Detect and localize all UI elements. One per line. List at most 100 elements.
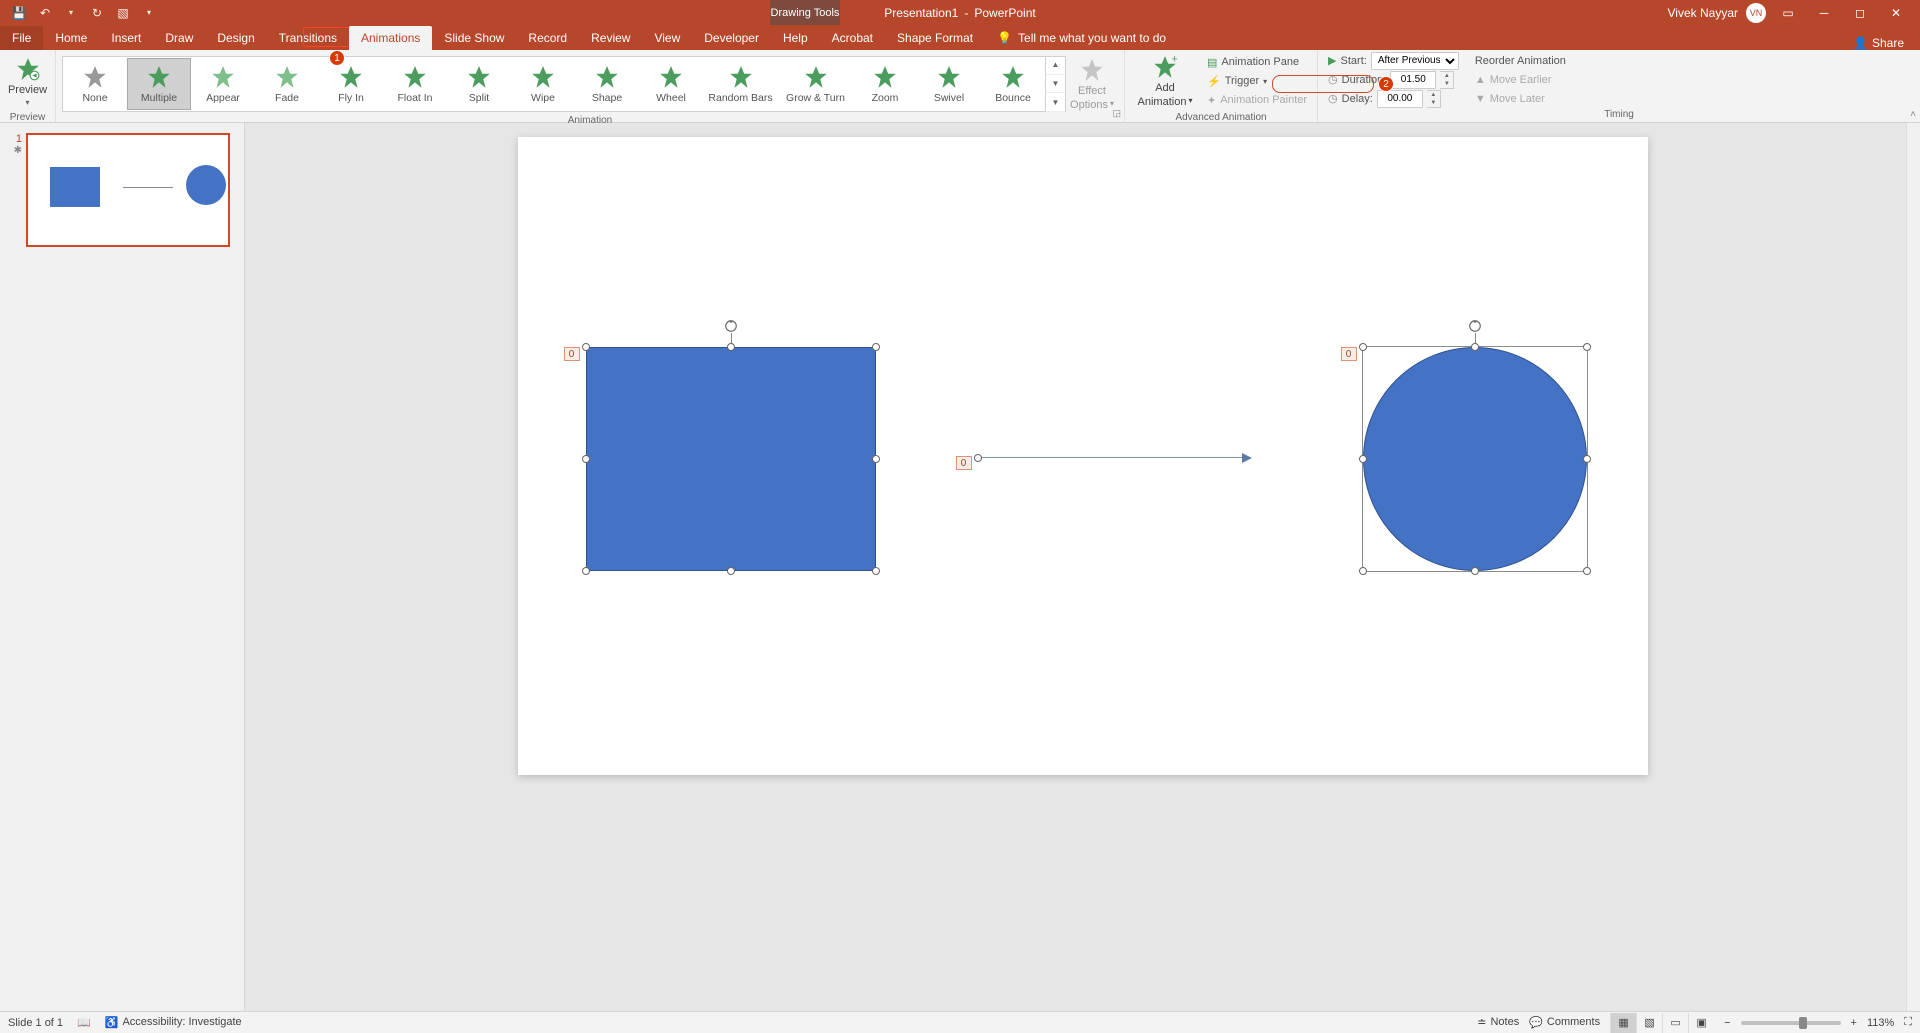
resize-handle-nw[interactable] (582, 343, 590, 351)
normal-view-button[interactable]: ▦ (1610, 1013, 1636, 1033)
animation-order-tag[interactable]: 0 (564, 347, 580, 361)
save-icon[interactable]: 💾 (10, 4, 28, 22)
rotate-handle[interactable] (1468, 319, 1482, 333)
tab-draw[interactable]: Draw (153, 26, 205, 50)
zoom-slider[interactable] (1741, 1021, 1841, 1025)
resize-handle-s[interactable] (1471, 567, 1479, 575)
delay-spinner[interactable]: ▲▼ (1427, 90, 1441, 108)
tab-view[interactable]: View (642, 26, 692, 50)
slide-canvas-area[interactable]: 0 0 0 (245, 123, 1920, 1011)
tab-acrobat[interactable]: Acrobat (820, 26, 885, 50)
add-animation-button[interactable]: + Add Animation▾ (1131, 50, 1199, 112)
slide-canvas[interactable]: 0 0 0 (518, 137, 1648, 775)
user-name[interactable]: Vivek Nayyar (1668, 6, 1738, 20)
gallery-randombars[interactable]: Random Bars (703, 58, 778, 110)
share-button[interactable]: 👤 Share (1853, 36, 1920, 50)
comments-button[interactable]: 💬Comments (1529, 1016, 1600, 1029)
resize-handle-w[interactable] (1359, 455, 1367, 463)
gallery-appear[interactable]: Appear (191, 58, 255, 110)
resize-handle-e[interactable] (872, 455, 880, 463)
tab-slideshow[interactable]: Slide Show (432, 26, 516, 50)
tab-review[interactable]: Review (579, 26, 642, 50)
gallery-scroll[interactable]: ▲▼▼ (1045, 56, 1065, 112)
gallery-scroll-up-icon[interactable]: ▲ (1046, 56, 1065, 75)
close-icon[interactable]: ✕ (1882, 0, 1910, 25)
gallery-more-icon[interactable]: ▼ (1046, 93, 1065, 112)
line-end-handle[interactable] (1242, 453, 1252, 463)
gallery-scroll-down-icon[interactable]: ▼ (1046, 75, 1065, 94)
reading-view-button[interactable]: ▭ (1662, 1013, 1688, 1033)
resize-handle-se[interactable] (1583, 567, 1591, 575)
duration-spinner[interactable]: ▲▼ (1440, 71, 1454, 89)
line-shape[interactable]: 0 (978, 457, 1248, 458)
zoom-level[interactable]: 113% (1867, 1017, 1894, 1029)
tab-help[interactable]: Help (771, 26, 820, 50)
spinner-up-icon[interactable]: ▲ (1440, 72, 1453, 80)
resize-handle-n[interactable] (727, 343, 735, 351)
tab-developer[interactable]: Developer (692, 26, 771, 50)
gallery-zoom[interactable]: Zoom (853, 58, 917, 110)
animation-pane-button[interactable]: ▤Animation Pane (1203, 53, 1311, 71)
gallery-swivel[interactable]: Swivel (917, 58, 981, 110)
qat-customize-icon[interactable]: ▾ (140, 4, 158, 22)
resize-handle-w[interactable] (582, 455, 590, 463)
gallery-fade[interactable]: Fade (255, 58, 319, 110)
gallery-wipe[interactable]: Wipe (511, 58, 575, 110)
slideshow-view-button[interactable]: ▣ (1688, 1013, 1714, 1033)
resize-handle-s[interactable] (727, 567, 735, 575)
undo-icon[interactable]: ↶ (36, 4, 54, 22)
slide-sorter-view-button[interactable]: ▧ (1636, 1013, 1662, 1033)
undo-dropdown-icon[interactable]: ▾ (62, 4, 80, 22)
animation-dialog-launcher-icon[interactable]: ◲ (1112, 108, 1121, 119)
circle-shape[interactable]: 0 (1363, 347, 1587, 571)
slide-indicator[interactable]: Slide 1 of 1 (8, 1017, 63, 1029)
user-avatar[interactable]: VN (1746, 3, 1766, 23)
slide-thumbnail-panel[interactable]: 1 ✱ (0, 123, 245, 1011)
gallery-bounce[interactable]: Bounce (981, 58, 1045, 110)
gallery-wheel[interactable]: Wheel (639, 58, 703, 110)
animation-order-tag[interactable]: 0 (1341, 347, 1357, 361)
gallery-shape[interactable]: Shape (575, 58, 639, 110)
tab-home[interactable]: Home (43, 26, 99, 50)
resize-handle-sw[interactable] (1359, 567, 1367, 575)
resize-handle-e[interactable] (1583, 455, 1591, 463)
resize-handle-se[interactable] (872, 567, 880, 575)
notes-button[interactable]: ≐Notes (1477, 1016, 1519, 1029)
zoom-slider-thumb[interactable] (1799, 1017, 1807, 1029)
accessibility-button[interactable]: ♿ Accessibility: Investigate (105, 1016, 242, 1029)
resize-handle-sw[interactable] (582, 567, 590, 575)
rotate-handle[interactable] (724, 319, 738, 333)
zoom-out-button[interactable]: − (1724, 1017, 1730, 1029)
gallery-flyin[interactable]: Fly In (319, 58, 383, 110)
spinner-down-icon[interactable]: ▼ (1427, 99, 1440, 107)
spellcheck-icon[interactable]: 📖 (77, 1016, 91, 1029)
start-select[interactable]: After Previous (1371, 52, 1459, 70)
start-from-beginning-icon[interactable]: ▧ (114, 4, 132, 22)
spinner-down-icon[interactable]: ▼ (1440, 80, 1453, 88)
line-start-handle[interactable] (974, 454, 982, 462)
gallery-none[interactable]: None (63, 58, 127, 110)
resize-handle-nw[interactable] (1359, 343, 1367, 351)
zoom-in-button[interactable]: + (1851, 1017, 1857, 1029)
resize-handle-n[interactable] (1471, 343, 1479, 351)
duration-input[interactable] (1390, 71, 1436, 89)
gallery-split[interactable]: Split (447, 58, 511, 110)
collapse-ribbon-icon[interactable]: ˄ (1910, 109, 1916, 120)
tab-animations[interactable]: Animations (349, 26, 432, 50)
ribbon-display-icon[interactable]: ▭ (1774, 0, 1802, 25)
fit-to-window-button[interactable]: ⛶ (1904, 1016, 1912, 1029)
tab-insert[interactable]: Insert (99, 26, 153, 50)
resize-handle-ne[interactable] (872, 343, 880, 351)
spinner-up-icon[interactable]: ▲ (1427, 91, 1440, 99)
redo-icon[interactable]: ↻ (88, 4, 106, 22)
maximize-icon[interactable]: ◻ (1846, 0, 1874, 25)
gallery-growturn[interactable]: Grow & Turn (778, 58, 853, 110)
tell-me-search[interactable]: 💡 Tell me what you want to do (985, 26, 1178, 50)
delay-input[interactable] (1377, 90, 1423, 108)
vertical-scrollbar[interactable] (1906, 123, 1920, 1011)
minimize-icon[interactable]: ─ (1810, 0, 1838, 25)
tab-record[interactable]: Record (516, 26, 579, 50)
gallery-multiple[interactable]: Multiple (127, 58, 191, 110)
tab-design[interactable]: Design (205, 26, 266, 50)
preview-button[interactable]: Preview ▾ (6, 50, 49, 112)
